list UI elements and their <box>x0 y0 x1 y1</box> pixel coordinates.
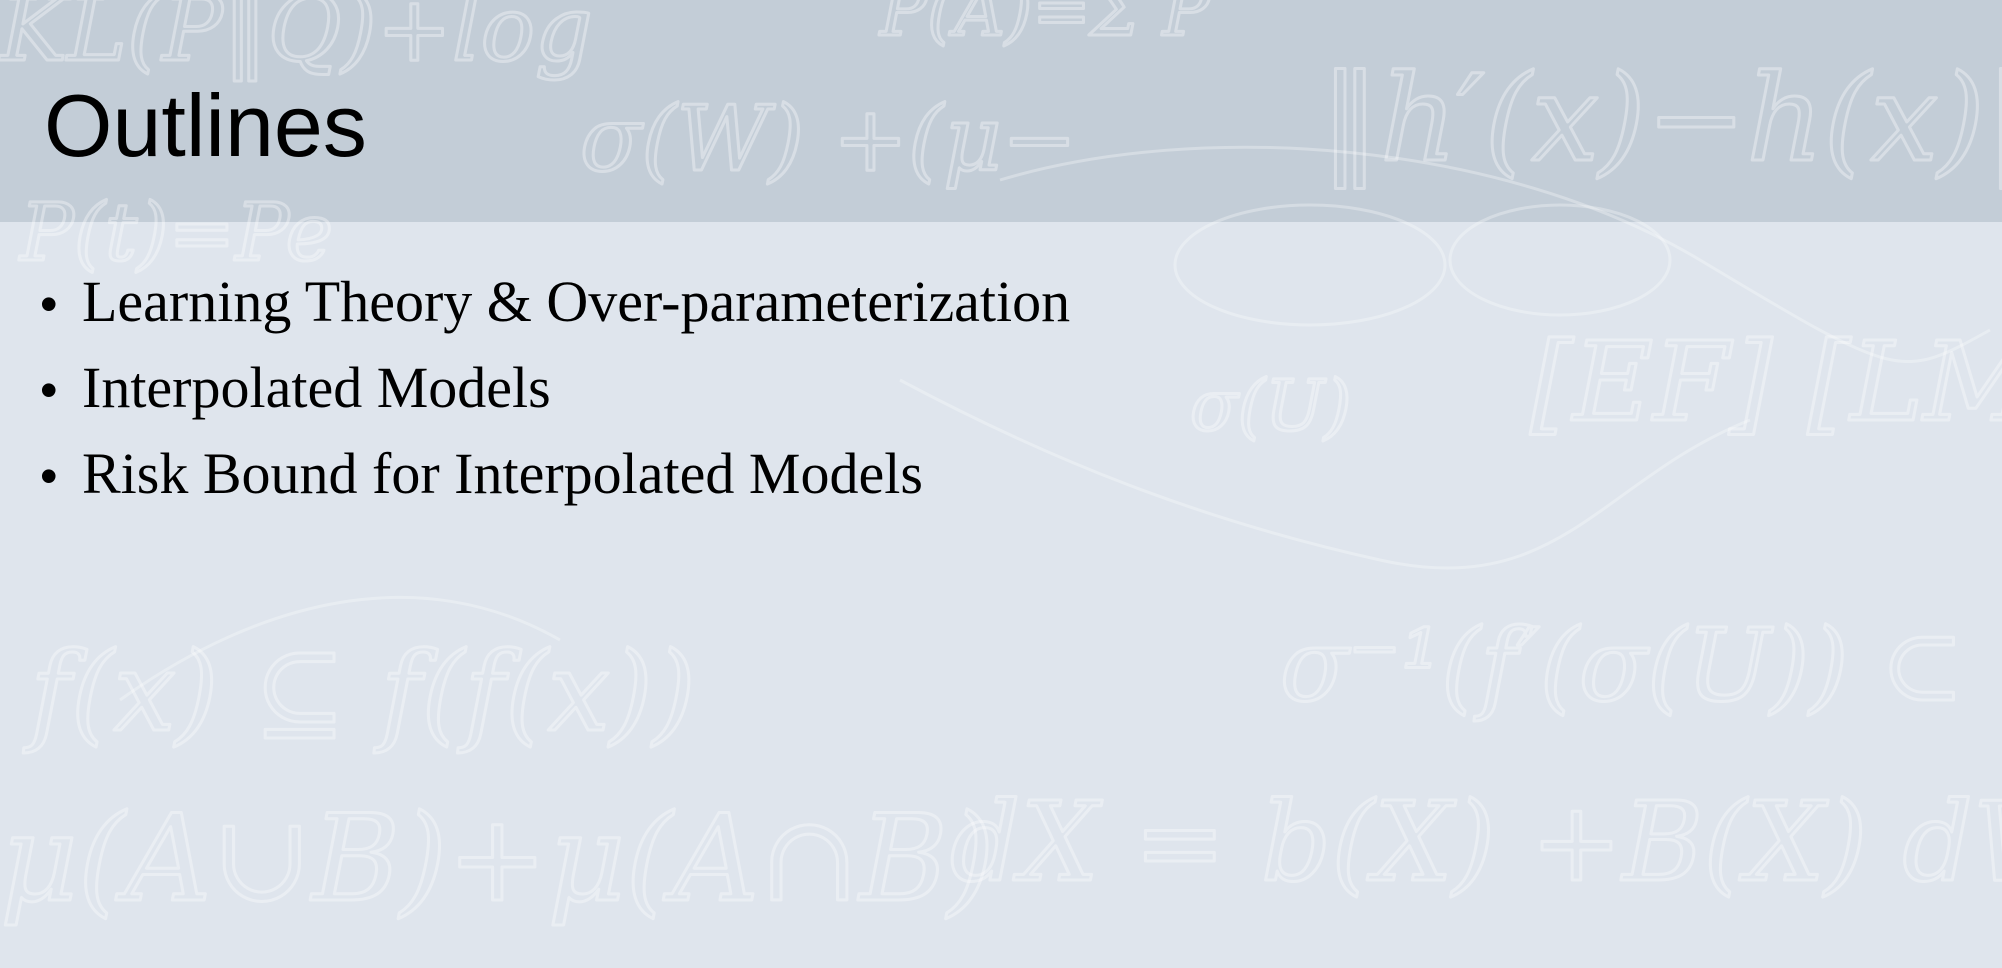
bullet-text: Learning Theory & Over-parameterization <box>82 269 1071 334</box>
bullet-list: • Learning Theory & Over-parameterizatio… <box>40 268 1070 526</box>
svg-text:σ(U): σ(U) <box>1190 365 1351 447</box>
svg-text:[EF] [LM]: [EF] [LM] <box>1530 318 2002 446</box>
svg-text:σ⁻¹(f′(σ(U)) ⊂ U: σ⁻¹(f′(σ(U)) ⊂ U <box>1280 607 2002 724</box>
bullet-text: Risk Bound for Interpolated Models <box>82 441 923 506</box>
slide: KL(P‖Q)+log P(A)=Σ P ‖h′(x)−h(x)‖∞ σ(W) … <box>0 0 2002 968</box>
bullet-glyph: • <box>40 448 58 504</box>
bullet-glyph: • <box>40 362 58 418</box>
bullet-item: • Risk Bound for Interpolated Models <box>40 440 1070 526</box>
bullet-glyph: • <box>40 276 58 332</box>
bullet-text: Interpolated Models <box>82 355 551 420</box>
bullet-item: • Learning Theory & Over-parameterizatio… <box>40 268 1070 354</box>
svg-text:f(x) ⊆ f(f(x)): f(x) ⊆ f(f(x)) <box>23 628 696 756</box>
bullet-item: • Interpolated Models <box>40 354 1070 440</box>
svg-text:μ(A∪B)+μ(A∩B): μ(A∪B)+μ(A∩B) <box>0 790 995 929</box>
svg-text:dX = b(X) +B(X) dW: dX = b(X) +B(X) dW <box>950 778 2002 906</box>
slide-title: Outlines <box>44 76 367 175</box>
